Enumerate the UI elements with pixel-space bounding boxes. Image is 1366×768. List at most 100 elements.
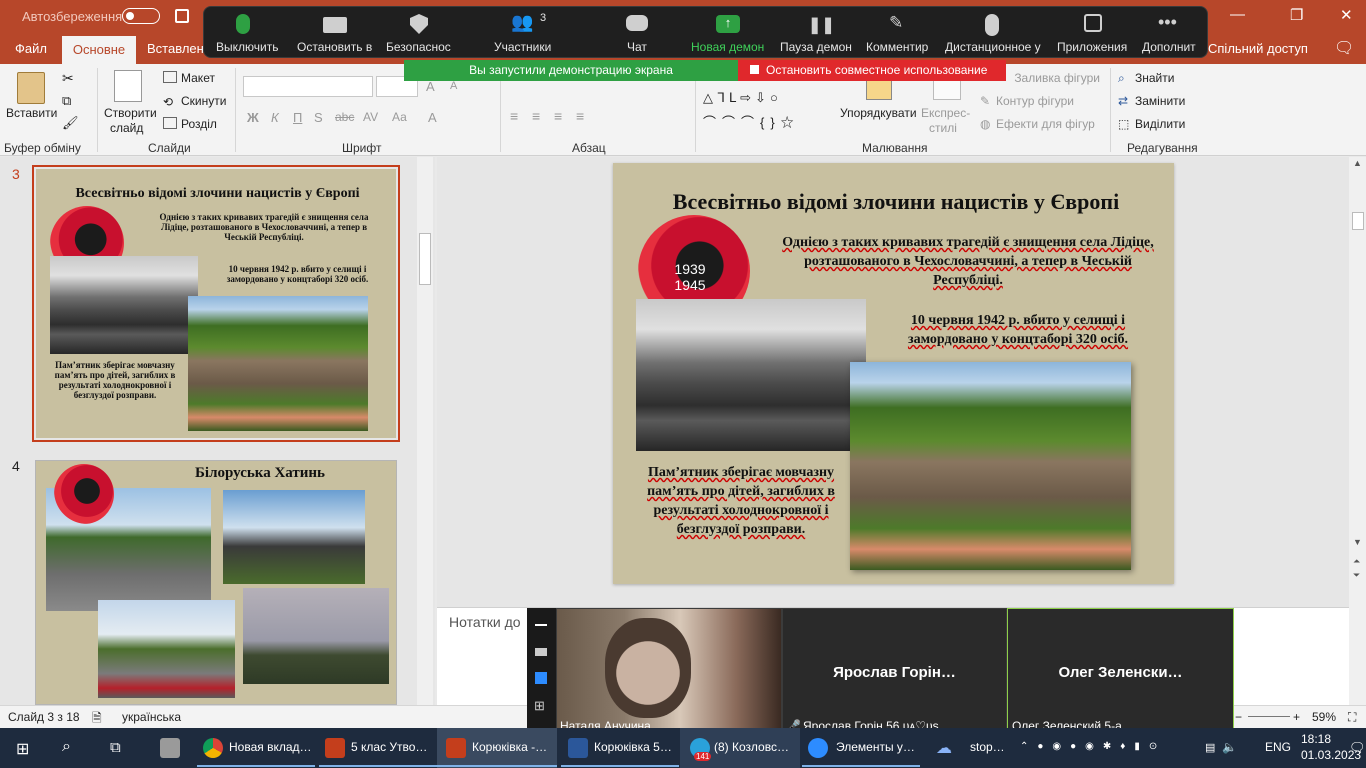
taskbar-telegram[interactable]: (8) Козловс…: [714, 740, 789, 754]
keyboard-language[interactable]: ENG: [1265, 740, 1291, 754]
align-left-icon[interactable]: ≡: [510, 108, 518, 124]
section-button[interactable]: Розділ: [181, 117, 217, 131]
save-icon[interactable]: [175, 9, 189, 23]
weather-icon[interactable]: ☁: [936, 738, 952, 758]
shrink-font-icon[interactable]: A: [450, 80, 457, 92]
lidice-ruins-photo[interactable]: [636, 299, 866, 451]
tab-home[interactable]: Основне: [62, 36, 136, 64]
participants-button[interactable]: Участники: [494, 40, 551, 54]
shadow-icon[interactable]: S: [314, 110, 323, 125]
taskbar-word[interactable]: Корюківка 5…: [594, 740, 672, 754]
minimize-icon[interactable]: —: [1230, 6, 1245, 23]
clock-time[interactable]: 18:18: [1301, 732, 1331, 746]
zoom-app-icon[interactable]: [808, 738, 828, 758]
zoom-level[interactable]: 59%: [1312, 710, 1336, 724]
new-slide-button[interactable]: Створити: [104, 106, 157, 120]
stop-share-button[interactable]: Остановить совместное использование: [738, 60, 1006, 81]
taskbar-ppt1[interactable]: 5 клас Утво…: [351, 740, 427, 754]
children-memorial-photo[interactable]: [850, 362, 1131, 570]
tab-file[interactable]: Файл: [15, 41, 47, 56]
remote-control-button[interactable]: Дистанционное у: [945, 40, 1041, 54]
pause-share-button[interactable]: Пауза демон: [780, 40, 852, 54]
spacing-icon[interactable]: AV: [363, 110, 378, 124]
apps-button[interactable]: Приложения: [1057, 40, 1127, 54]
paste-button[interactable]: Вставити: [6, 106, 57, 120]
share-button[interactable]: Спільний доступ: [1208, 41, 1308, 56]
paste-icon[interactable]: [17, 72, 45, 104]
shape-outline-button[interactable]: Контур фігури: [996, 94, 1074, 108]
gallery-view-icon[interactable]: ⊞: [534, 698, 545, 714]
align-right-icon[interactable]: ≡: [554, 108, 562, 124]
tab-insert[interactable]: Вставлення: [147, 41, 203, 56]
thumbnail-scrollbar-thumb[interactable]: [419, 233, 431, 285]
taskbar-stop[interactable]: stop…: [970, 740, 1005, 754]
scroll-down-icon[interactable]: ▼: [1353, 537, 1362, 547]
underline-icon[interactable]: П: [293, 110, 302, 125]
security-button[interactable]: Безопаснос: [386, 40, 451, 54]
shapes-gallery[interactable]: △ᒣᒪ⇨⇩○: [703, 90, 782, 106]
search-icon[interactable]: ⌕: [62, 738, 71, 756]
select-button[interactable]: Виділити: [1135, 117, 1185, 131]
shape-fill-button[interactable]: Заливка фігури: [1000, 71, 1100, 85]
prev-slide-icon[interactable]: ⏶: [1353, 556, 1360, 567]
slide-paragraph1[interactable]: Однією з таких кривавих трагедій є знище…: [778, 233, 1158, 290]
zoom-out-icon[interactable]: −: [1235, 710, 1242, 724]
powerpoint-icon[interactable]: [446, 738, 466, 758]
language-indicator[interactable]: українська: [122, 710, 181, 724]
slide-scrollbar-thumb[interactable]: [1352, 212, 1364, 230]
arrange-button[interactable]: Упорядкувати: [840, 106, 917, 120]
restore-icon[interactable]: ❐: [1290, 6, 1303, 24]
more-icon[interactable]: •••: [1158, 12, 1180, 32]
calculator-icon[interactable]: [160, 738, 180, 758]
change-case-icon[interactable]: Аа: [392, 110, 407, 124]
comments-icon[interactable]: 🗨: [1334, 38, 1354, 58]
participants-icon[interactable]: 👥: [511, 12, 533, 32]
slide-paragraph3[interactable]: Пам’ятник зберігає мовчазну пам’ять про …: [638, 463, 844, 539]
minimize-video-icon[interactable]: [535, 624, 547, 626]
font-family-dropdown[interactable]: [243, 76, 373, 97]
taskbar-ppt2[interactable]: Корюківка -…: [472, 740, 547, 754]
more-button[interactable]: Дополнит: [1142, 40, 1196, 54]
mute-button[interactable]: Выключить: [216, 40, 278, 54]
grow-font-icon[interactable]: A: [426, 79, 435, 94]
cut-icon[interactable]: ✂: [62, 70, 74, 87]
notes-placeholder[interactable]: Нотатки до: [449, 614, 521, 630]
word-icon[interactable]: [568, 738, 588, 758]
fit-slide-icon[interactable]: ⛶: [1348, 710, 1356, 725]
strip-view-icon[interactable]: [535, 672, 547, 684]
replace-button[interactable]: Замінити: [1135, 94, 1185, 108]
font-color-icon[interactable]: A: [428, 110, 437, 125]
mouse-icon[interactable]: [985, 14, 999, 36]
autosave-toggle[interactable]: [122, 8, 160, 24]
windows-start-icon[interactable]: ⊞: [16, 739, 29, 759]
chat-icon[interactable]: [626, 15, 648, 31]
annotate-icon[interactable]: ✎: [889, 13, 911, 33]
volume-icon[interactable]: 🔈: [1222, 740, 1237, 754]
new-share-button[interactable]: Новая демон: [691, 40, 764, 54]
strikethrough-icon[interactable]: abc: [335, 110, 354, 124]
align-center-icon[interactable]: ≡: [532, 108, 540, 124]
quick-styles-button[interactable]: Експрес-: [921, 106, 970, 120]
active-speaker-icon[interactable]: [535, 648, 547, 656]
italic-icon[interactable]: К: [271, 110, 279, 125]
pause-icon[interactable]: ❚❚: [808, 15, 835, 35]
reset-button[interactable]: Скинути: [181, 94, 226, 108]
next-slide-icon[interactable]: ⏷: [1353, 570, 1360, 581]
task-view-icon[interactable]: ⧉: [110, 739, 121, 756]
share-screen-icon[interactable]: ↑: [716, 15, 740, 33]
system-tray-icons[interactable]: ⌃●◉●◉✱♦▮⊙: [1020, 741, 1166, 752]
bold-icon[interactable]: Ж: [247, 110, 259, 125]
chat-button[interactable]: Чат: [627, 40, 647, 54]
taskbar-zoom[interactable]: Элементы у…: [836, 740, 915, 754]
chrome-icon[interactable]: [203, 738, 223, 758]
notifications-icon[interactable]: 🗨: [1349, 740, 1366, 756]
video-camera-icon[interactable]: [323, 17, 347, 33]
powerpoint-icon[interactable]: [325, 738, 345, 758]
format-painter-icon[interactable]: 🖌: [62, 115, 79, 131]
stop-video-button[interactable]: Остановить в: [297, 40, 375, 54]
slide-title[interactable]: Всесвітньо відомі злочини нацистів у Євр…: [622, 189, 1170, 215]
shape-effects-button[interactable]: Ефекти для фігур: [996, 117, 1095, 131]
taskbar-chrome[interactable]: Новая вклад…: [229, 740, 312, 754]
microphone-icon[interactable]: [236, 14, 250, 34]
slide-paragraph2[interactable]: 10 червня 1942 р. вбито у селищі і замор…: [886, 311, 1150, 349]
